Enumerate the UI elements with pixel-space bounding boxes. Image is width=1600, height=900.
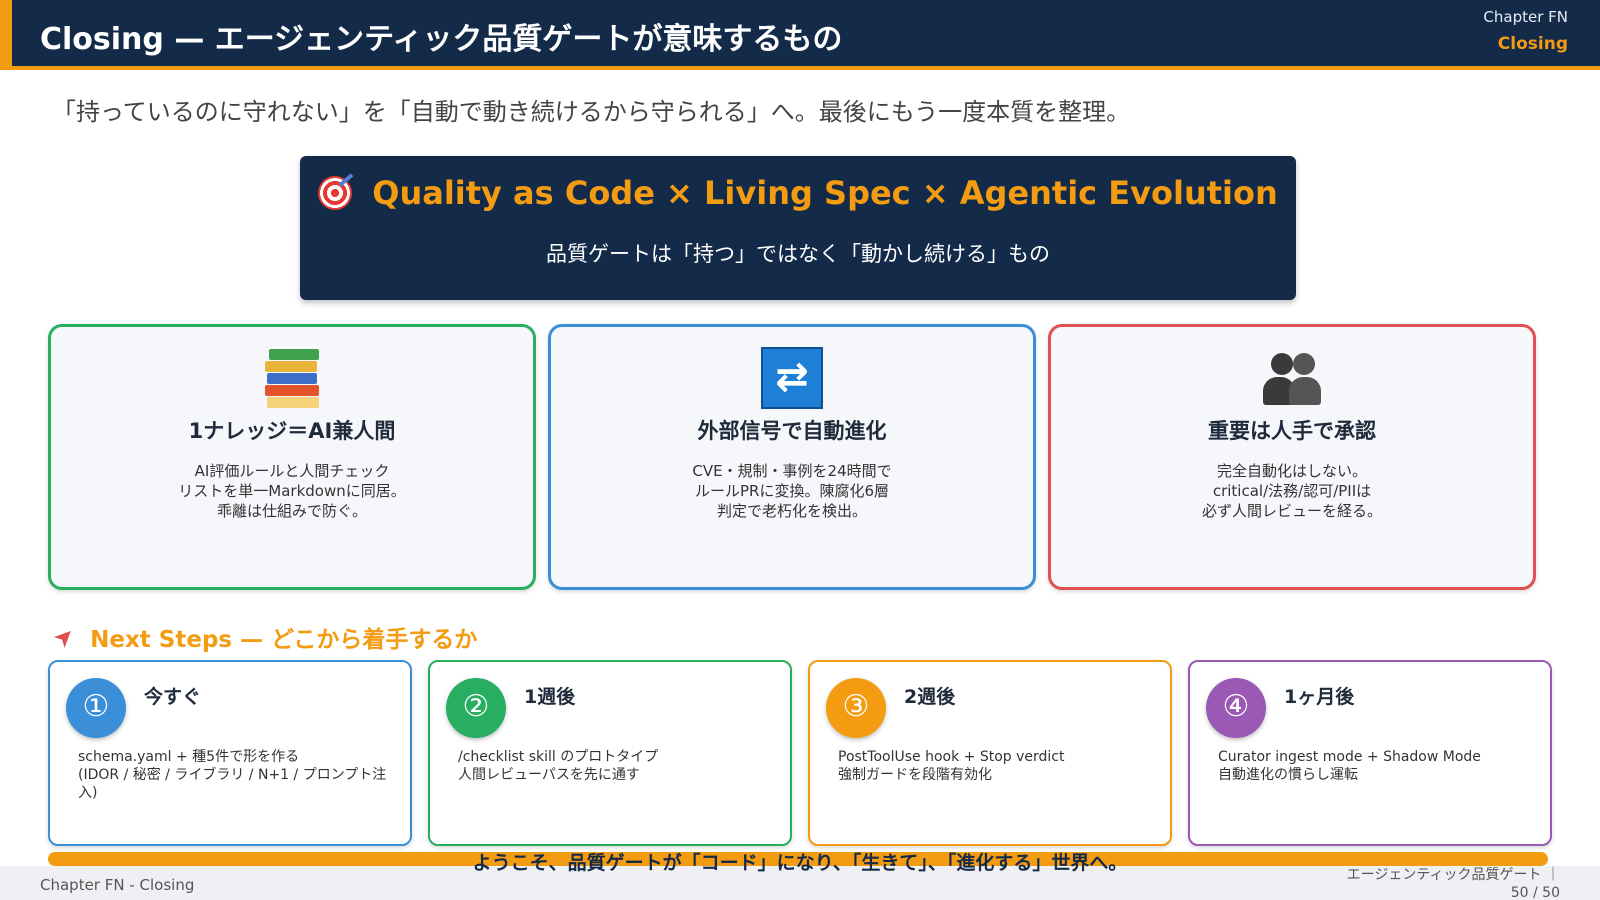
banner-title: Quality as Code × Living Spec × Agentic …: [372, 174, 1278, 212]
pillar-desc-line: AI評価ルールと人間チェック: [194, 462, 390, 480]
step-title: 1週後: [524, 686, 576, 708]
step-desc-line: (IDOR / 秘密 / ライブラリ / N+1 / プロンプト注: [78, 767, 387, 783]
footer-chapter-label: Chapter FN - Closing: [40, 876, 195, 894]
step-number-badge: ①: [66, 678, 126, 738]
pillar-desc-line: 必ず人間レビューを経る。: [1201, 502, 1382, 520]
step-card-week1: ② 1週後 /checklist skill のプロトタイプ 人間レビューパスを…: [428, 660, 792, 846]
step-desc-line: PostToolUse hook + Stop verdict: [838, 749, 1065, 765]
target-icon: [318, 176, 353, 210]
chapter-label: Chapter FN: [1483, 8, 1568, 26]
footer-deck-title: エージェンティック品質ゲート ｜: [1346, 867, 1560, 883]
pillar-description: 完全自動化はしない。 critical/法務/認可/PIIは 必ず人間レビューを…: [1051, 461, 1533, 521]
slide-subtitle: 「持っているのに守れない」を「自動で動き続けるから守られる」へ。最後にもう一度本…: [52, 98, 1131, 126]
step-title: 1ヶ月後: [1284, 686, 1355, 708]
pillar-desc-line: 判定で老朽化を検出。: [716, 502, 867, 520]
banner-subtitle: 品質ゲートは「持つ」ではなく「動かし続ける」もの: [546, 242, 1050, 266]
rocket-icon: ➤: [47, 619, 82, 655]
step-desc-line: 自動進化の慣らし運転: [1218, 767, 1358, 783]
footer-page-info: エージェンティック品質ゲート ｜ 50 / 50: [1347, 866, 1560, 900]
step-title: 今すぐ: [144, 686, 202, 708]
page-number: 50 / 50: [1510, 885, 1560, 900]
pillar-description: CVE・規制・事例を24時間で ルールPRに変換。陳腐化6層 判定で老朽化を検出…: [551, 461, 1033, 521]
step-number-badge: ②: [446, 678, 506, 738]
books-icon: [261, 347, 323, 409]
pillar-desc-line: 乖離は仕組みで防ぐ。: [216, 502, 367, 520]
step-number-badge: ④: [1206, 678, 1266, 738]
step-desc-line: Curator ingest mode + Shadow Mode: [1218, 749, 1481, 765]
step-title: 2週後: [904, 686, 956, 708]
pillar-desc-line: 完全自動化はしない。: [1216, 462, 1367, 480]
step-description: PostToolUse hook + Stop verdict 強制ガードを段階…: [838, 748, 1148, 784]
step-desc-line: schema.yaml + 種5件で形を作る: [78, 749, 300, 765]
step-desc-line: 強制ガードを段階有効化: [838, 767, 992, 783]
pillar-desc-line: critical/法務/認可/PIIは: [1212, 482, 1372, 500]
next-steps-title: Next Steps — どこから着手するか: [90, 627, 478, 653]
step-card-now: ① 今すぐ schema.yaml + 種5件で形を作る (IDOR / 秘密 …: [48, 660, 412, 846]
step-description: schema.yaml + 種5件で形を作る (IDOR / 秘密 / ライブラ…: [78, 748, 388, 802]
step-desc-line: 人間レビューパスを先に通す: [458, 767, 640, 783]
step-description: Curator ingest mode + Shadow Mode 自動進化の慣…: [1218, 748, 1528, 784]
pillar-desc-line: ルールPRに変換。陳腐化6層: [694, 482, 889, 500]
pillar-desc-line: リストを単一Markdownに同居。: [178, 482, 406, 500]
slide-title: Closing — エージェンティック品質ゲートが意味するもの: [40, 22, 843, 57]
people-icon: [1261, 347, 1323, 409]
chapter-indicator: Chapter FN Closing: [1483, 8, 1568, 54]
pillar-card-evolution: ⇄ 外部信号で自動進化 CVE・規制・事例を24時間で ルールPRに変換。陳腐化…: [548, 324, 1036, 590]
repeat-icon: ⇄: [761, 347, 823, 409]
next-steps-heading: ➤ Next Steps — どこから着手するか: [47, 620, 478, 654]
step-card-week2: ③ 2週後 PostToolUse hook + Stop verdict 強制…: [808, 660, 1172, 846]
pillar-title: 重要は人手で承認: [1208, 419, 1376, 443]
step-number-badge: ③: [826, 678, 886, 738]
slide-header: Closing — エージェンティック品質ゲートが意味するもの Chapter …: [0, 0, 1600, 70]
header-accent-bar: [0, 0, 12, 70]
step-card-month1: ④ 1ヶ月後 Curator ingest mode + Shadow Mode…: [1188, 660, 1552, 846]
step-desc-line: 入): [78, 785, 98, 801]
core-message-banner: Quality as Code × Living Spec × Agentic …: [300, 156, 1296, 300]
pillar-desc-line: CVE・規制・事例を24時間で: [692, 462, 892, 480]
pillar-title: 1ナレッジ＝AI兼人間: [188, 419, 396, 443]
pillar-title: 外部信号で自動進化: [697, 419, 887, 443]
pillar-description: AI評価ルールと人間チェック リストを単一Markdownに同居。 乖離は仕組み…: [51, 461, 533, 521]
pillar-card-human-approval: 重要は人手で承認 完全自動化はしない。 critical/法務/認可/PIIは …: [1048, 324, 1536, 590]
step-description: /checklist skill のプロトタイプ 人間レビューパスを先に通す: [458, 748, 768, 784]
section-label: Closing: [1497, 34, 1568, 54]
step-desc-line: /checklist skill のプロトタイプ: [458, 749, 659, 765]
pillar-card-knowledge: 1ナレッジ＝AI兼人間 AI評価ルールと人間チェック リストを単一Markdow…: [48, 324, 536, 590]
